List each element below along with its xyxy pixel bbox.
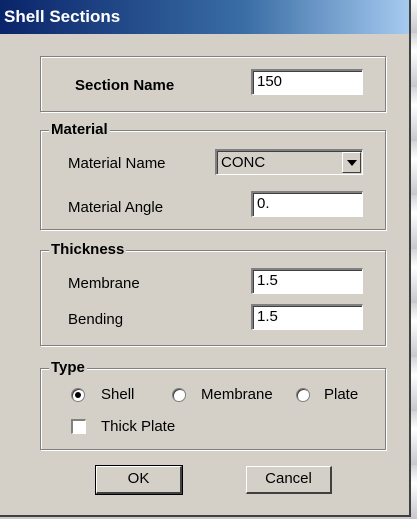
section-name-input[interactable]: 150 [251,69,363,95]
thickness-group: Thickness Membrane 1.5 Bending 1.5 [40,241,386,346]
material-name-dropdown[interactable]: CONC [215,149,363,175]
type-group-label: Type [49,359,87,377]
thick-plate-checkbox[interactable] [71,419,86,434]
membrane-radio[interactable] [172,388,186,402]
membrane-radio-label[interactable]: Membrane [201,386,273,404]
material-angle-label: Material Angle [68,199,164,216]
plate-radio[interactable] [296,388,310,402]
membrane-thickness-input[interactable]: 1.5 [251,268,363,294]
chevron-down-icon[interactable] [342,152,361,173]
thickness-group-label: Thickness [49,241,127,259]
material-name-label: Material Name [68,155,166,172]
shell-radio[interactable] [71,388,85,402]
cancel-button[interactable]: Cancel [246,466,332,494]
type-group: Type Shell Membrane Plate Thick Plate [40,359,386,450]
bending-thickness-input[interactable]: 1.5 [251,304,363,330]
title-bar[interactable]: Shell Sections [0,0,409,34]
ok-button[interactable]: OK [95,465,183,495]
thick-plate-label[interactable]: Thick Plate [101,418,175,436]
membrane-label: Membrane [68,275,140,292]
material-group-label: Material [49,121,110,139]
material-group: Material Material Name CONC Material Ang… [40,121,386,230]
section-name-label: Section Name [75,77,175,94]
material-angle-input[interactable]: 0. [251,191,363,217]
shell-sections-dialog: Shell Sections Section Name 150 Material… [0,0,411,517]
material-name-value: CONC [221,154,266,171]
shell-radio-label[interactable]: Shell [101,386,134,404]
section-name-group: Section Name 150 [40,56,386,112]
window-title: Shell Sections [4,7,121,26]
plate-radio-label[interactable]: Plate [324,386,358,404]
bending-label: Bending [68,311,124,328]
